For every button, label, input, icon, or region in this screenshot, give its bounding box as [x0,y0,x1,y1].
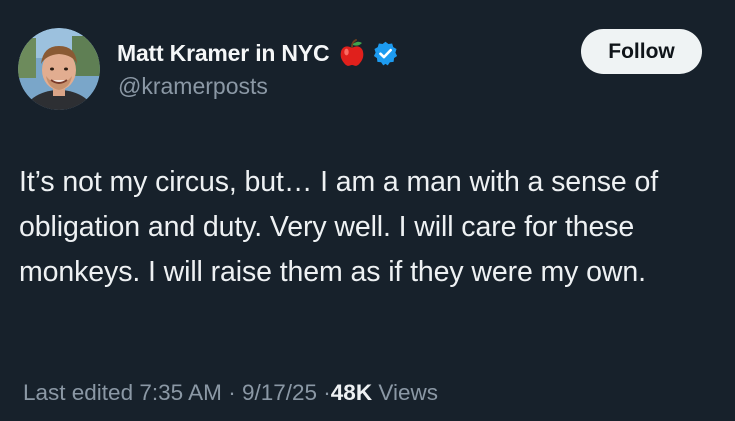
follow-button[interactable]: Follow [581,29,702,74]
tweet-text: It’s not my circus, but… I am a man with… [19,166,659,288]
avatar-image [18,28,100,110]
apple-emoji-icon [341,39,364,66]
tweet-time[interactable]: 7:35 AM [139,380,222,405]
verified-badge-icon [374,41,398,65]
display-name[interactable]: Matt Kramer in NYC [117,40,330,67]
avatar[interactable] [18,28,100,110]
views-label: Views [378,380,438,405]
tweet-meta: Last edited 7:35 AM · 9/17/25 ·48K Views [23,380,438,406]
edited-label[interactable]: Last edited [23,380,133,405]
meta-separator: · [228,380,236,405]
views-count: 48K [330,380,373,405]
tweet-card: Matt Kramer in NYC @kramerposts Follow I… [0,0,735,421]
name-row: Matt Kramer in NYC [117,36,399,70]
meta-separator: · [323,380,331,405]
user-handle[interactable]: @kramerposts [118,73,268,100]
tweet-date[interactable]: 9/17/25 [242,380,317,405]
